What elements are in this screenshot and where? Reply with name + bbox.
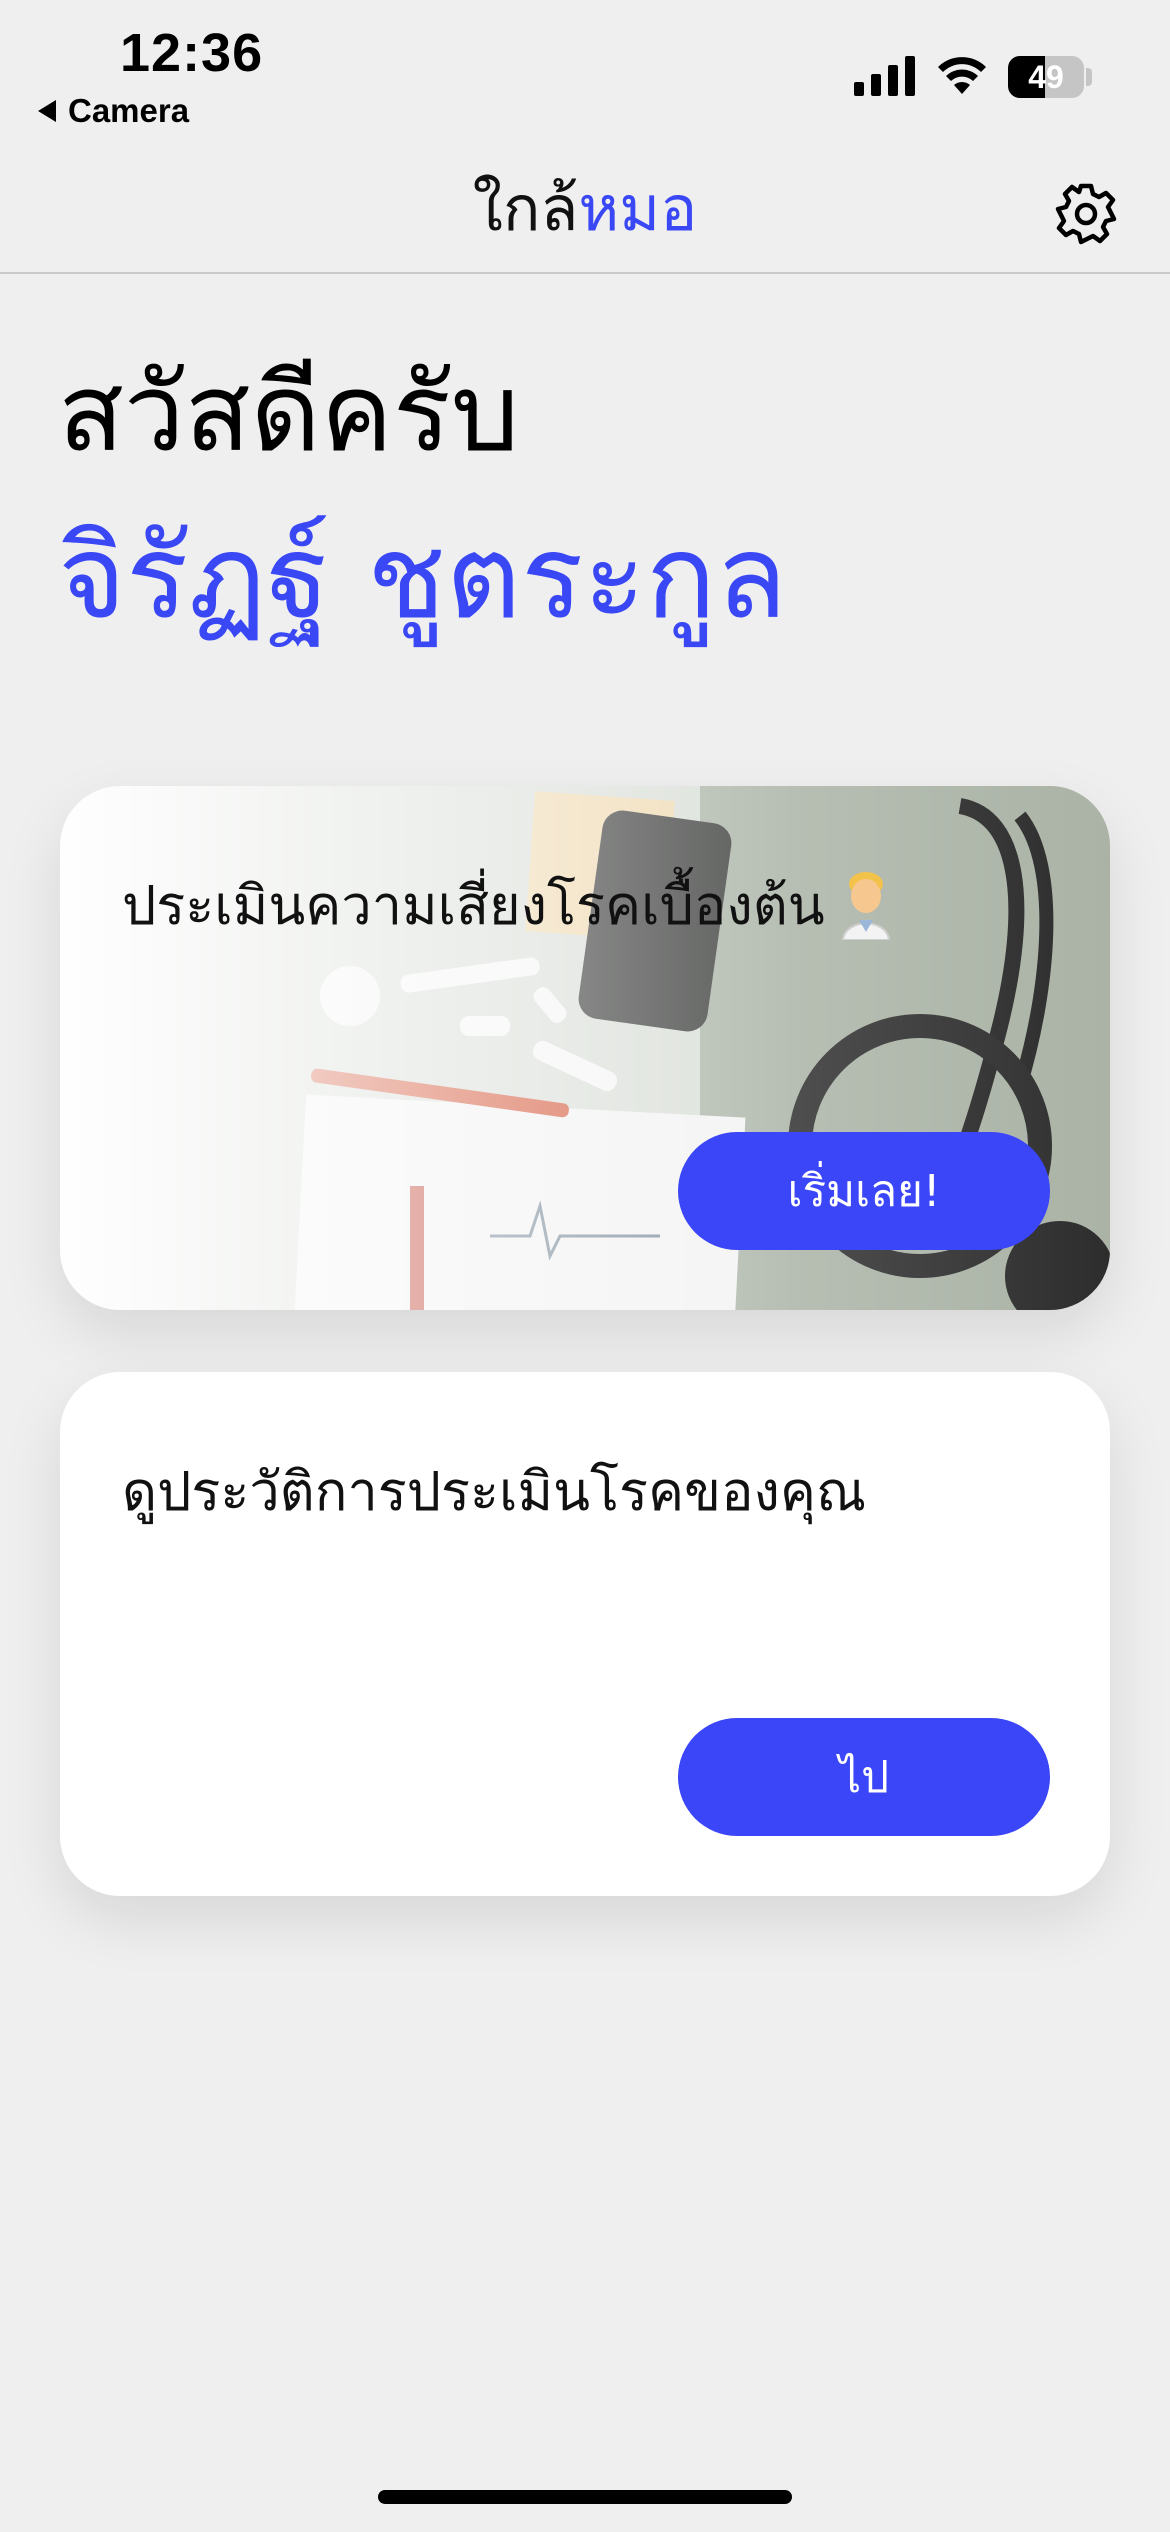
battery-icon: 49 — [1008, 56, 1084, 98]
navigation-bar: ใกล้หมอ — [0, 130, 1170, 274]
risk-assessment-title: ประเมินความเสี่ยงโรคเบื้องต้น — [122, 874, 825, 937]
user-name: จิรัฏฐ์ ชูตระกูล — [58, 510, 788, 645]
wifi-icon — [938, 57, 986, 94]
card-title: ดูประวัติการประเมินโรคของคุณ — [122, 1448, 866, 1534]
status-bar: 12:36 Camera 49 — [0, 0, 1170, 130]
app-title-part-1: ใกล้ — [472, 172, 579, 245]
battery-cap — [1086, 68, 1092, 86]
greeting-text: สวัสดีครับ — [58, 351, 520, 476]
risk-assessment-card[interactable]: ประเมินความเสี่ยงโรคเบื้องต้น เริ่มเลย! — [60, 786, 1110, 1310]
card-title: ประเมินความเสี่ยงโรคเบื้องต้น — [122, 862, 893, 948]
start-assessment-button[interactable]: เริ่มเลย! — [678, 1132, 1050, 1250]
signal-icon — [854, 56, 915, 96]
gear-icon[interactable] — [1052, 180, 1120, 248]
history-title: ดูประวัติการประเมินโรคของคุณ — [122, 1460, 867, 1523]
back-to-camera-link[interactable]: Camera — [38, 92, 189, 130]
status-time: 12:36 — [120, 23, 264, 83]
doctor-icon — [841, 872, 890, 940]
assessment-history-card[interactable]: ดูประวัติการประเมินโรคของคุณ ไป — [60, 1372, 1110, 1896]
back-app-label: Camera — [68, 92, 190, 129]
app-title: ใกล้หมอ — [0, 160, 1170, 258]
view-history-button[interactable]: ไป — [678, 1718, 1050, 1836]
app-title-part-2: หมอ — [578, 172, 698, 245]
back-arrow-icon — [38, 100, 56, 122]
battery-percentage: 49 — [1028, 58, 1064, 95]
home-indicator[interactable] — [378, 2490, 792, 2504]
